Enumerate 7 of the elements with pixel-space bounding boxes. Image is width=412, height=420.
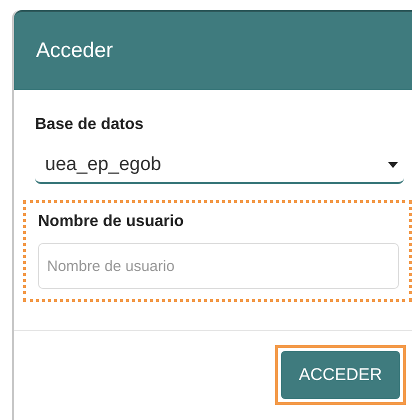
username-field[interactable]: Nombre de usuario — [38, 243, 399, 289]
field-label: Nombre de usuario — [38, 213, 185, 231]
login-button[interactable]: ACCEDER — [280, 351, 400, 399]
database-select[interactable]: uea_ep_egob — [35, 148, 404, 184]
caret-icon — [388, 162, 398, 168]
dialog-title: Acceder — [36, 39, 114, 63]
field-label: Base de datos — [35, 116, 144, 134]
